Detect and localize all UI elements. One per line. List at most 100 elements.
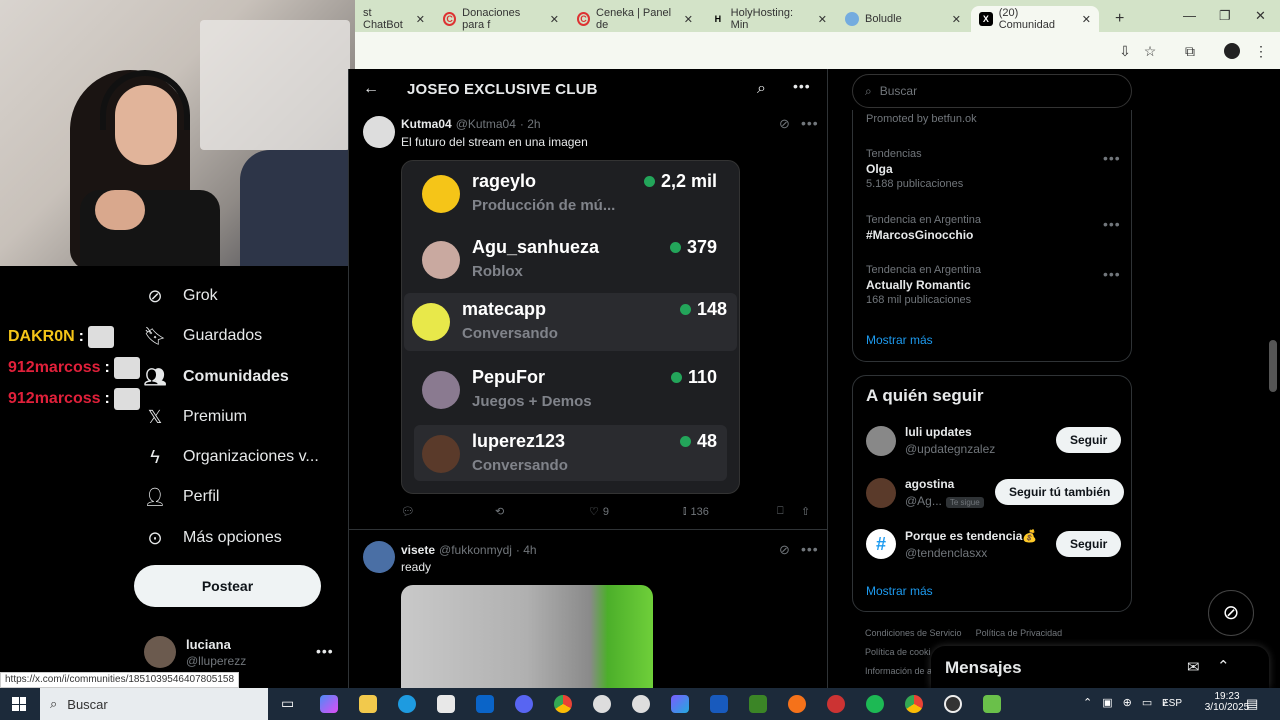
footer-link[interactable]: Condiciones de Servicio <box>865 628 962 638</box>
follow-handle[interactable]: @Ag... Te sigue <box>905 494 984 508</box>
follow-button[interactable]: Seguir <box>1056 531 1122 557</box>
nav-mas-opciones[interactable]: ⊙ Más opciones <box>145 528 281 548</box>
avatar[interactable] <box>363 541 395 573</box>
trend-more-icon[interactable]: ••• <box>1103 266 1121 282</box>
browser-tab-active[interactable]: X (20) Comunidad ✕ <box>971 6 1099 32</box>
grok-fab-icon[interactable]: ⊘ <box>1208 590 1254 636</box>
post-time[interactable]: · 4h <box>516 543 537 557</box>
post-time[interactable]: · 2h <box>520 117 541 131</box>
app-icon[interactable] <box>632 695 650 713</box>
post-more-icon[interactable]: ••• <box>801 541 819 557</box>
grok-icon[interactable]: ⊘ <box>779 116 790 132</box>
follow-name[interactable]: agostina <box>905 477 954 491</box>
nav-organizaciones[interactable]: ϟ Organizaciones v... <box>145 447 319 467</box>
follow-name[interactable]: luli updates <box>905 425 972 439</box>
file-explorer-icon[interactable] <box>359 695 377 713</box>
browser-tab[interactable]: H HolyHosting: Min ✕ <box>703 6 835 32</box>
trend-more-icon[interactable]: ••• <box>1103 150 1121 166</box>
trend-item[interactable]: Tendencia en Argentina Actually Romantic 1… <box>866 264 981 306</box>
store-icon[interactable] <box>437 695 455 713</box>
trend-item[interactable]: Tendencia en Argentina #MarcosGinocchio <box>866 214 981 242</box>
chrome-icon[interactable] <box>905 695 923 713</box>
edge-icon[interactable] <box>398 695 416 713</box>
repost-button[interactable]: ⟲ <box>495 505 504 518</box>
avatar[interactable] <box>363 116 395 148</box>
grok-icon[interactable]: ⊘ <box>779 542 790 558</box>
copilot-icon[interactable] <box>320 695 338 713</box>
avatar[interactable] <box>866 478 896 508</box>
app-icon[interactable] <box>827 695 845 713</box>
post-author-handle[interactable]: @Kutma04 <box>456 117 516 131</box>
views-button[interactable]: ⫾ 136 <box>683 505 709 518</box>
bookmark-button[interactable]: ⎕ <box>777 505 784 518</box>
close-tab-icon[interactable]: ✕ <box>550 13 559 26</box>
trend-item[interactable]: Tendencias Olga 5.188 publicaciones <box>866 148 963 190</box>
nav-grok[interactable]: ⊘ Grok <box>145 286 217 306</box>
show-more-link[interactable]: Mostrar más <box>866 584 933 598</box>
nav-comunidades[interactable]: 👥︎ Comunidades <box>144 367 289 387</box>
notifications-icon[interactable]: ▤ <box>1246 696 1258 712</box>
post-button[interactable]: Postear <box>134 565 321 607</box>
language-indicator[interactable]: ESP <box>1162 698 1182 709</box>
new-message-icon[interactable]: ✉ <box>1187 658 1200 676</box>
account-more-icon[interactable]: ••• <box>316 643 334 659</box>
outlook-icon[interactable] <box>476 695 494 713</box>
follow-button[interactable]: Seguir <box>1056 427 1122 453</box>
nav-premium[interactable]: 𝕏 Premium <box>145 407 247 427</box>
post-image[interactable] <box>401 585 653 695</box>
post-author-handle[interactable]: @fukkonmydj <box>439 543 512 557</box>
chrome-icon[interactable] <box>554 695 572 713</box>
close-tab-icon[interactable]: ✕ <box>1082 13 1091 26</box>
messages-drawer[interactable]: Mensajes ✉ ⌃ <box>931 646 1269 688</box>
post-image[interactable]: rageylo Producción de mú... 2,2 mil Agu_sa… <box>401 160 740 494</box>
minecraft-icon[interactable] <box>749 695 767 713</box>
follow-handle[interactable]: @updategnzalez <box>905 442 995 456</box>
close-tab-icon[interactable]: ✕ <box>416 13 425 26</box>
follow-handle[interactable]: @tendenclasxx <box>905 546 987 560</box>
extensions-icon[interactable]: ⧉ <box>1181 42 1199 60</box>
spotify-icon[interactable] <box>866 695 884 713</box>
more-icon[interactable]: ••• <box>793 78 811 94</box>
task-view-icon[interactable]: ▭ <box>281 695 299 713</box>
search-icon[interactable]: ⌕ <box>757 80 766 98</box>
restore-icon[interactable]: ❐ <box>1219 8 1231 24</box>
post-author-name[interactable]: visete <box>401 543 435 557</box>
taskbar-search[interactable]: ⌕ Buscar <box>40 688 268 720</box>
install-app-icon[interactable]: ⇩ <box>1116 42 1134 60</box>
browser-tab[interactable]: C Ceneka | Panel de ✕ <box>569 6 701 32</box>
footer-link[interactable]: Política de cooki <box>865 647 931 657</box>
obs-icon[interactable] <box>944 695 962 713</box>
nav-guardados[interactable]: 🔖︎ Guardados <box>144 326 263 346</box>
search-input[interactable]: ⌕ Buscar <box>852 74 1132 108</box>
whatsapp-icon[interactable] <box>593 695 611 713</box>
new-tab-button[interactable]: + <box>1107 6 1132 32</box>
close-window-icon[interactable]: ✕ <box>1255 8 1266 24</box>
share-button[interactable]: ⇧ <box>801 505 810 518</box>
close-tab-icon[interactable]: ✕ <box>818 13 827 26</box>
avatar[interactable] <box>866 426 896 456</box>
reply-button[interactable]: 💬︎ <box>401 505 415 518</box>
app-icon[interactable] <box>788 695 806 713</box>
back-arrow-icon[interactable]: ← <box>363 80 379 98</box>
browser-tab[interactable]: st ChatBot ✕ <box>355 6 433 32</box>
word-icon[interactable] <box>710 695 728 713</box>
discord-icon[interactable] <box>515 695 533 713</box>
follow-name[interactable]: Porque es tendencia💰 <box>905 529 1037 543</box>
close-tab-icon[interactable]: ✕ <box>952 13 961 26</box>
post-more-icon[interactable]: ••• <box>801 115 819 131</box>
windows-start-icon[interactable] <box>12 697 26 711</box>
close-tab-icon[interactable]: ✕ <box>684 13 693 26</box>
follow-back-button[interactable]: Seguir tú también <box>995 479 1125 505</box>
post-author-name[interactable]: Kutma04 <box>401 117 452 131</box>
browser-tab[interactable]: Boludle ✕ <box>837 6 969 32</box>
app-icon[interactable] <box>983 695 1001 713</box>
trend-more-icon[interactable]: ••• <box>1103 216 1121 232</box>
nav-perfil[interactable]: 👤︎ Perfil <box>144 487 220 507</box>
m365-icon[interactable] <box>671 695 689 713</box>
browser-menu-icon[interactable]: ⋮ <box>1252 42 1270 60</box>
profile-avatar[interactable] <box>1224 43 1240 59</box>
footer-link[interactable]: Política de Privacidad <box>976 628 1063 638</box>
hashtag-avatar-icon[interactable]: # <box>866 529 896 559</box>
expand-icon[interactable]: ⌃ <box>1217 657 1230 675</box>
scrollbar-thumb[interactable] <box>1269 340 1277 392</box>
